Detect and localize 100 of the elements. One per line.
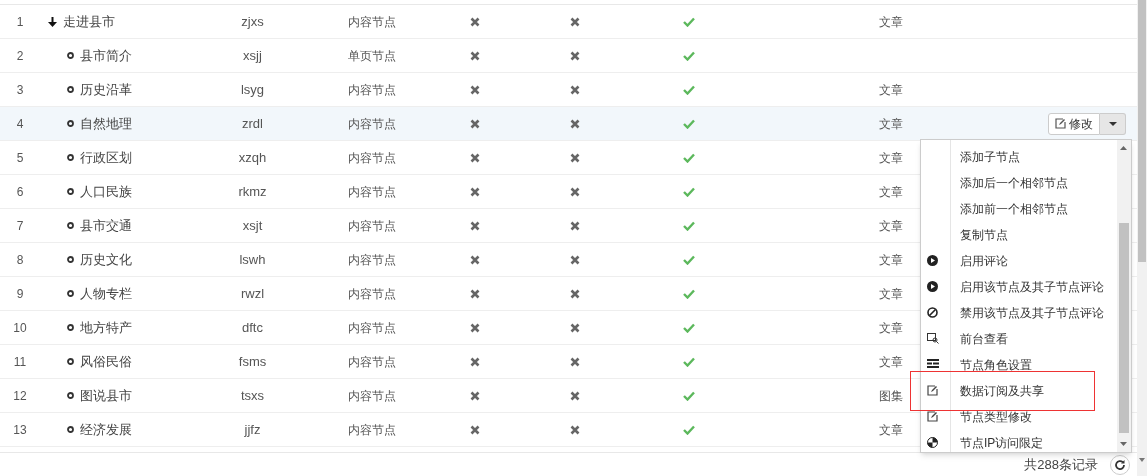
circle-icon	[67, 86, 74, 93]
node-type: 内容节点	[348, 354, 396, 369]
content-category: 文章	[879, 150, 903, 165]
node-code: rkmz	[238, 182, 267, 201]
row-number: 6	[16, 183, 24, 201]
menu-item[interactable]: 前台查看	[951, 326, 1117, 352]
menu-item[interactable]: 节点类型修改	[951, 404, 1117, 430]
node-name: 历史沿革	[80, 80, 132, 99]
circle-icon	[67, 426, 74, 433]
node-code: rwzl	[240, 284, 265, 303]
menu-item[interactable]: 添加子节点	[951, 144, 1117, 170]
content-category: 文章	[879, 286, 903, 301]
node-type: 内容节点	[348, 14, 396, 29]
content-category: 文章	[879, 82, 903, 97]
circle-icon	[67, 188, 74, 195]
row-number: 5	[16, 149, 24, 167]
node-type: 内容节点	[348, 422, 396, 437]
node-code: lsyg	[240, 80, 265, 99]
down-arrow-icon[interactable]	[48, 16, 57, 27]
node-code: xzqh	[238, 148, 267, 167]
content-category: 文章	[879, 184, 903, 199]
node-name: 历史文化	[80, 250, 132, 269]
node-name: 人口民族	[80, 182, 132, 201]
row-number: 2	[16, 47, 24, 65]
scroll-up-icon[interactable]	[1120, 146, 1127, 150]
circle-icon	[67, 324, 74, 331]
row-number: 7	[16, 217, 24, 235]
node-type: 内容节点	[348, 116, 396, 131]
node-code: xsjj	[243, 46, 262, 65]
node-type: 内容节点	[348, 184, 396, 199]
menu-item[interactable]: 添加后一个相邻节点	[951, 170, 1117, 196]
row-number: 8	[16, 251, 24, 269]
row-number: 12	[13, 387, 27, 405]
menu-item[interactable]: 禁用该节点及其子节点评论	[951, 300, 1117, 326]
circle-icon	[67, 256, 74, 263]
menu-item[interactable]: 启用该节点及其子节点评论	[951, 274, 1117, 300]
menu-scrollbar-thumb[interactable]	[1119, 223, 1129, 433]
node-code: zrdl	[242, 114, 263, 133]
scrollbar-thumb[interactable]	[1138, 0, 1146, 262]
node-code: xsjt	[242, 216, 263, 235]
circle-icon	[67, 222, 74, 229]
node-name: 经济发展	[80, 420, 132, 439]
node-type: 内容节点	[348, 218, 396, 233]
refresh-button[interactable]	[1110, 455, 1130, 475]
list-icon	[927, 359, 939, 368]
node-code: lswh	[239, 250, 266, 269]
row-number: 1	[16, 13, 24, 31]
row-number: 11	[13, 353, 27, 371]
menu-item[interactable]: 启用评论	[951, 248, 1117, 274]
ban-icon	[927, 307, 938, 318]
row-number: 10	[13, 319, 27, 337]
node-code: fsms	[238, 352, 267, 371]
circle-icon	[67, 52, 74, 59]
edit-icon	[1055, 118, 1066, 129]
circle-icon	[67, 392, 74, 399]
node-name: 自然地理	[80, 114, 132, 133]
circle-icon	[67, 358, 74, 365]
content-category: 文章	[879, 218, 903, 233]
content-category: 文章	[879, 320, 903, 335]
edit-icon	[927, 411, 938, 422]
node-type: 内容节点	[348, 286, 396, 301]
content-category: 文章	[879, 422, 903, 437]
node-name: 县市简介	[80, 46, 132, 65]
node-type: 内容节点	[348, 150, 396, 165]
node-code: zjxs	[241, 12, 264, 31]
row-number: 4	[16, 115, 24, 133]
menu-scrollbar[interactable]	[1117, 140, 1131, 452]
node-type: 内容节点	[348, 320, 396, 335]
circle-icon	[67, 154, 74, 161]
edit-button[interactable]: 修改	[1048, 112, 1100, 135]
row-number: 9	[16, 285, 24, 303]
edit-icon	[927, 385, 938, 396]
play-icon	[927, 281, 938, 292]
menu-item[interactable]: 数据订阅及共享	[951, 378, 1117, 404]
node-type: 内容节点	[348, 388, 396, 403]
node-name: 人物专栏	[80, 284, 132, 303]
node-type: 内容节点	[348, 82, 396, 97]
circle-icon	[67, 120, 74, 127]
menu-item[interactable]: 节点角色设置	[951, 352, 1117, 378]
node-code: tsxs	[240, 386, 265, 405]
content-category: 图集	[879, 388, 903, 403]
menu-item[interactable]: 添加前一个相邻节点	[951, 196, 1117, 222]
circle-icon	[67, 290, 74, 297]
content-category: 文章	[879, 116, 903, 131]
scroll-down-icon[interactable]	[1139, 458, 1145, 462]
play-icon	[927, 255, 938, 266]
node-code: dftc	[242, 318, 263, 337]
refresh-icon	[1114, 459, 1126, 471]
scroll-down-icon[interactable]	[1120, 442, 1127, 446]
caret-icon	[1108, 121, 1117, 126]
menu-item[interactable]: 复制节点	[951, 222, 1117, 248]
node-type: 内容节点	[348, 252, 396, 267]
content-category: 文章	[879, 354, 903, 369]
record-count: 共288条记录	[1024, 456, 1098, 475]
page-scrollbar[interactable]	[1137, 0, 1147, 476]
content-category: 文章	[879, 252, 903, 267]
menu-item[interactable]: 节点IP访问限定	[951, 430, 1117, 456]
node-name: 走进县市	[63, 12, 115, 31]
dropdown-toggle[interactable]	[1100, 112, 1126, 135]
row-number: 13	[13, 421, 27, 439]
